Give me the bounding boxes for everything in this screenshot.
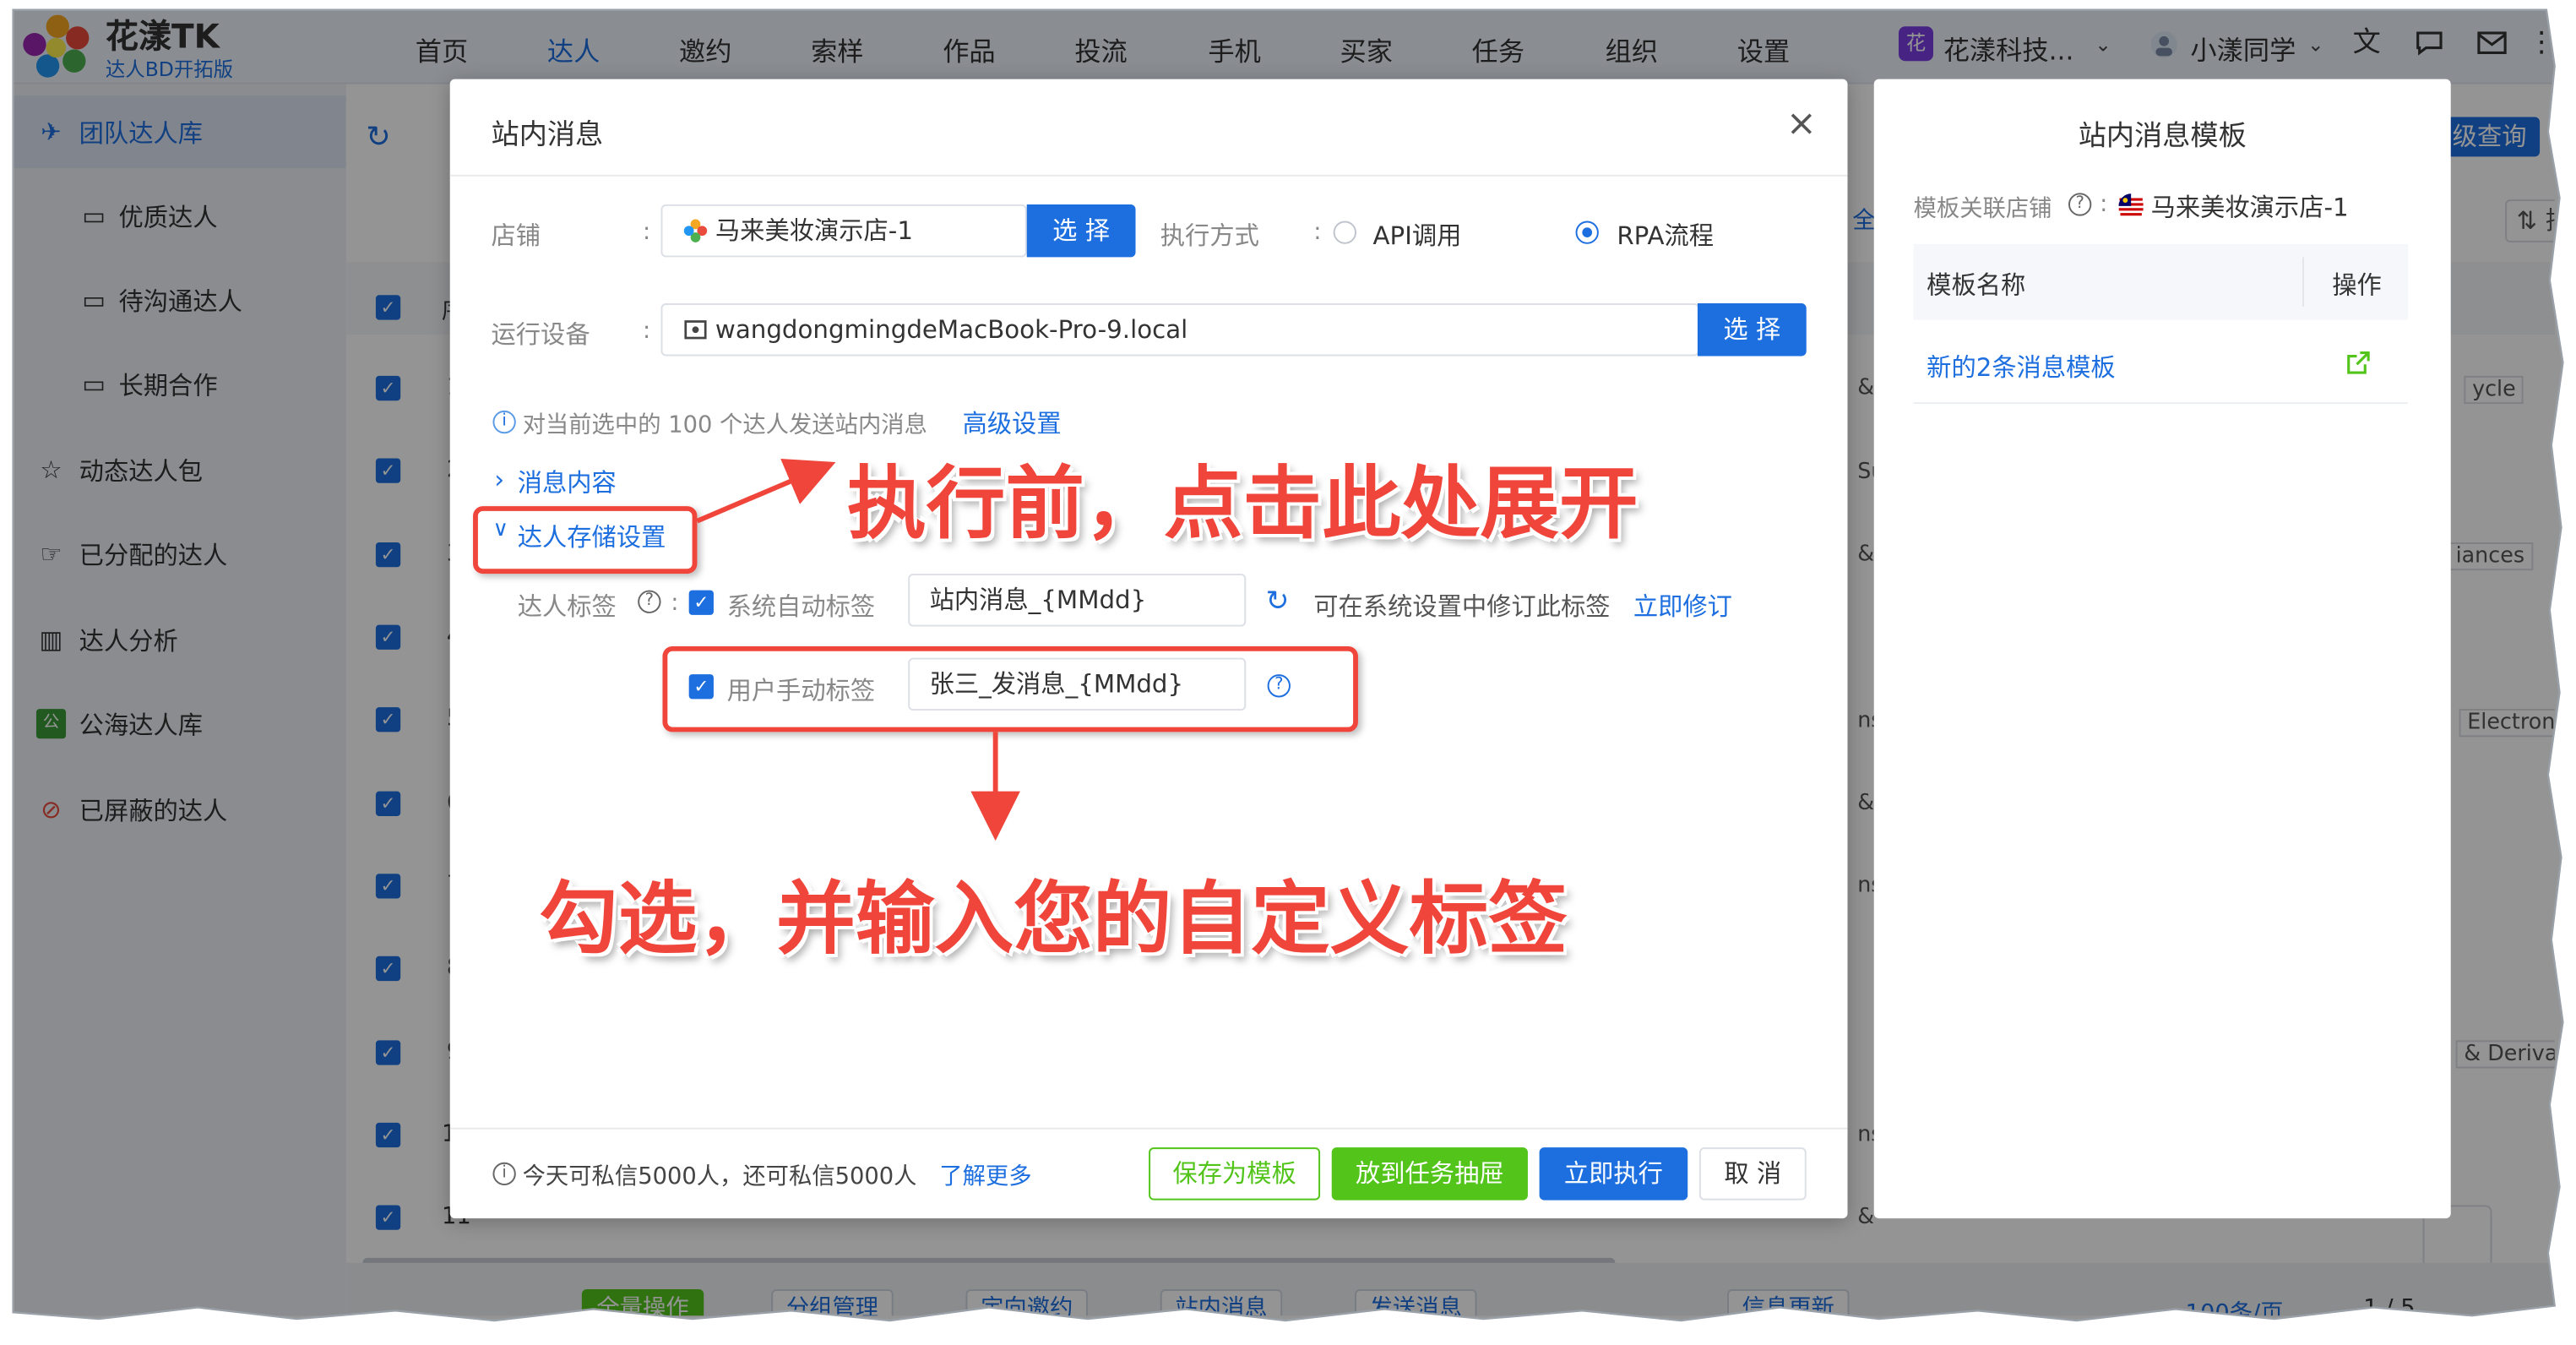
screenshot-stage: 花漾TK 达人BD开拓版 首页 达人 邀约 索样 作品 投流 手机 买家 任务 … — [0, 0, 2576, 1345]
torn-edge-frame — [0, 0, 2576, 1345]
